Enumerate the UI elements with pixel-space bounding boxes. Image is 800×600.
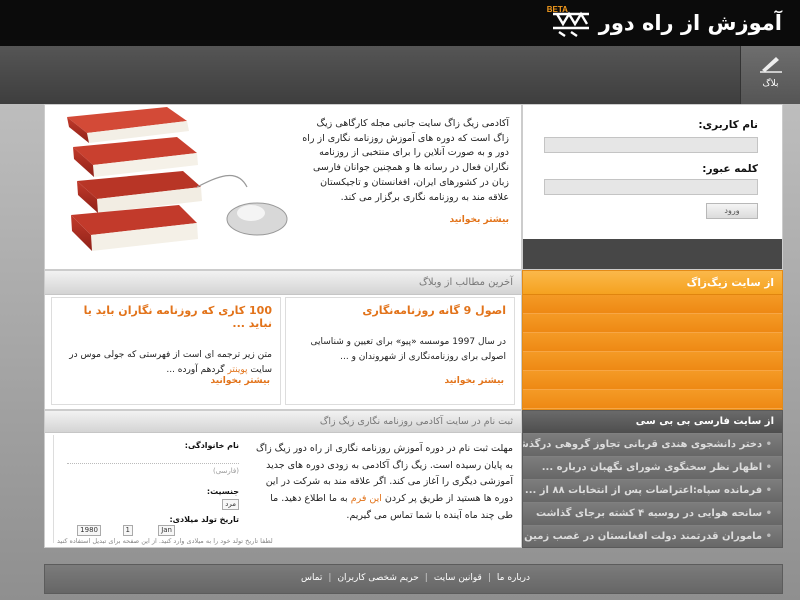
bbc-feed-panel: از سایت فارسی بی بی سی دختر دانشجوی هندی… (522, 410, 783, 548)
zigzag-feed-row[interactable] (523, 352, 782, 371)
site-logo[interactable]: آموزش از راه دور BETA (547, 5, 782, 40)
zigzag-feed-row[interactable] (523, 390, 782, 409)
blog-label: بلاگ (762, 79, 779, 89)
login-panel: نام کاربری: کلمه عبور: ورود (522, 104, 783, 270)
dob-month-select[interactable]: Jan (158, 525, 175, 536)
intro-panel: آکادمی زیگ زاگ سایت جانبی مجله کارگاهی ز… (44, 104, 522, 270)
beta-badge: BETA (546, 5, 568, 14)
footer-links: درباره ما|قوانین سایت|حریم شخصی کاربران|… (295, 573, 536, 583)
last-name-input[interactable] (67, 463, 239, 464)
books-and-mouse-image (67, 107, 288, 251)
post-read-more-2[interactable]: بیشتر بخوانید (211, 376, 270, 386)
post-read-more-1[interactable]: بیشتر بخوانید (445, 376, 504, 386)
zigzag-feed-row[interactable] (523, 371, 782, 390)
footer: درباره ما|قوانین سایت|حریم شخصی کاربران|… (44, 564, 783, 594)
register-panel: ثبت نام در سایت آکادمی روزنامه نگاری زیگ… (44, 410, 522, 548)
register-heading: ثبت نام در سایت آکادمی روزنامه نگاری زیگ… (45, 411, 521, 433)
post-title-2[interactable]: 100 کاری که روزنامه نگاران باید یا نباید… (60, 304, 272, 330)
zigzag-feed-row[interactable] (523, 333, 782, 352)
bbc-news-item[interactable]: ماموران قدرتمند دولت افغانستان در غصب زم… (523, 525, 782, 547)
bbc-news-item[interactable]: فرمانده سپاه:اعتراضات پس از انتخابات ۸۸ … (523, 479, 782, 502)
poynter-link[interactable]: پوینتر (227, 365, 247, 375)
bbc-news-item[interactable]: اظهار نظر سخنگوی شورای نگهبان درباره ... (523, 456, 782, 479)
post-body-2-post: گردهم آورده ... (166, 364, 228, 375)
intro-text: آکادمی زیگ زاگ سایت جانبی مجله کارگاهی ز… (302, 118, 509, 203)
gender-label: جنسیت: (206, 487, 239, 496)
dob-note: لطفا تاریخ تولد خود را به میلادی وارد کن… (57, 537, 273, 545)
zigzag-feed-heading: از سایت زیگ‌زاگ (523, 271, 782, 295)
blog-button[interactable]: بلاگ (740, 46, 800, 104)
post-card-2[interactable]: 100 کاری که روزنامه نگاران باید یا نباید… (51, 297, 281, 405)
top-bar: آموزش از راه دور BETA (0, 0, 800, 46)
dob-year-select[interactable]: 1980 (77, 525, 101, 536)
register-text: مهلت ثبت نام در دوره آموزش روزنامه نگاری… (255, 441, 513, 524)
password-label: کلمه عبور: (702, 163, 758, 175)
post-body-1: در سال 1997 موسسه «پیو» برای تعیین و شنا… (310, 337, 506, 362)
site-title: آموزش از راه دور (598, 11, 782, 35)
dob-day-select[interactable]: 1 (122, 525, 133, 536)
register-form-link[interactable]: این فرم (351, 493, 382, 504)
recent-posts-heading: آخرین مطالب از وبلاگ (45, 271, 521, 295)
login-footer-strip (523, 239, 782, 269)
username-label: نام کاربری: (698, 119, 758, 131)
password-input[interactable] (544, 179, 758, 195)
zigzag-feed-panel: از سایت زیگ‌زاگ (522, 270, 783, 410)
footer-link-about[interactable]: درباره ما (491, 573, 536, 583)
register-form: نام خانوادگی: (فارسی) جنسیت: مرد تاریخ ت… (53, 435, 243, 543)
zigzag-feed-row[interactable] (523, 295, 782, 314)
last-name-label: نام خانوادگی: (184, 441, 239, 450)
bbc-news-item[interactable]: سانحه هوایی در روسیه ۴ کشته برجای گذاشت (523, 502, 782, 525)
bbc-feed-heading: از سایت فارسی بی بی سی (523, 411, 782, 433)
zigzag-feed-row[interactable] (523, 314, 782, 333)
intro-read-more-link[interactable]: بیشتر بخوانید (450, 215, 509, 225)
footer-link-contact[interactable]: تماس (295, 573, 328, 583)
footer-link-rules[interactable]: قوانین سایت (428, 573, 488, 583)
username-input[interactable] (544, 137, 758, 153)
recent-posts-panel: آخرین مطالب از وبلاگ اصول 9 گانه روزنامه… (44, 270, 522, 410)
bbc-news-item[interactable]: دختر دانشجوی هندی قربانی تجاوز گروهی درگ… (523, 433, 782, 456)
dob-label: تاریخ تولد میلادی: (169, 515, 239, 524)
post-title-1[interactable]: اصول 9 گانه روزنامه‌نگاری (294, 304, 506, 317)
gender-select[interactable]: مرد (222, 499, 239, 510)
pen-icon (759, 57, 782, 73)
post-card-1[interactable]: اصول 9 گانه روزنامه‌نگاری در سال 1997 مو… (285, 297, 515, 405)
post-body-2: متن زیر ترجمه ای است از فهرستی که جولی م… (60, 348, 272, 378)
last-name-hint: (فارسی) (212, 467, 239, 475)
nav-band: بلاگ (0, 46, 800, 104)
login-button[interactable]: ورود (706, 203, 758, 219)
footer-link-privacy[interactable]: حریم شخصی کاربران (331, 573, 424, 583)
